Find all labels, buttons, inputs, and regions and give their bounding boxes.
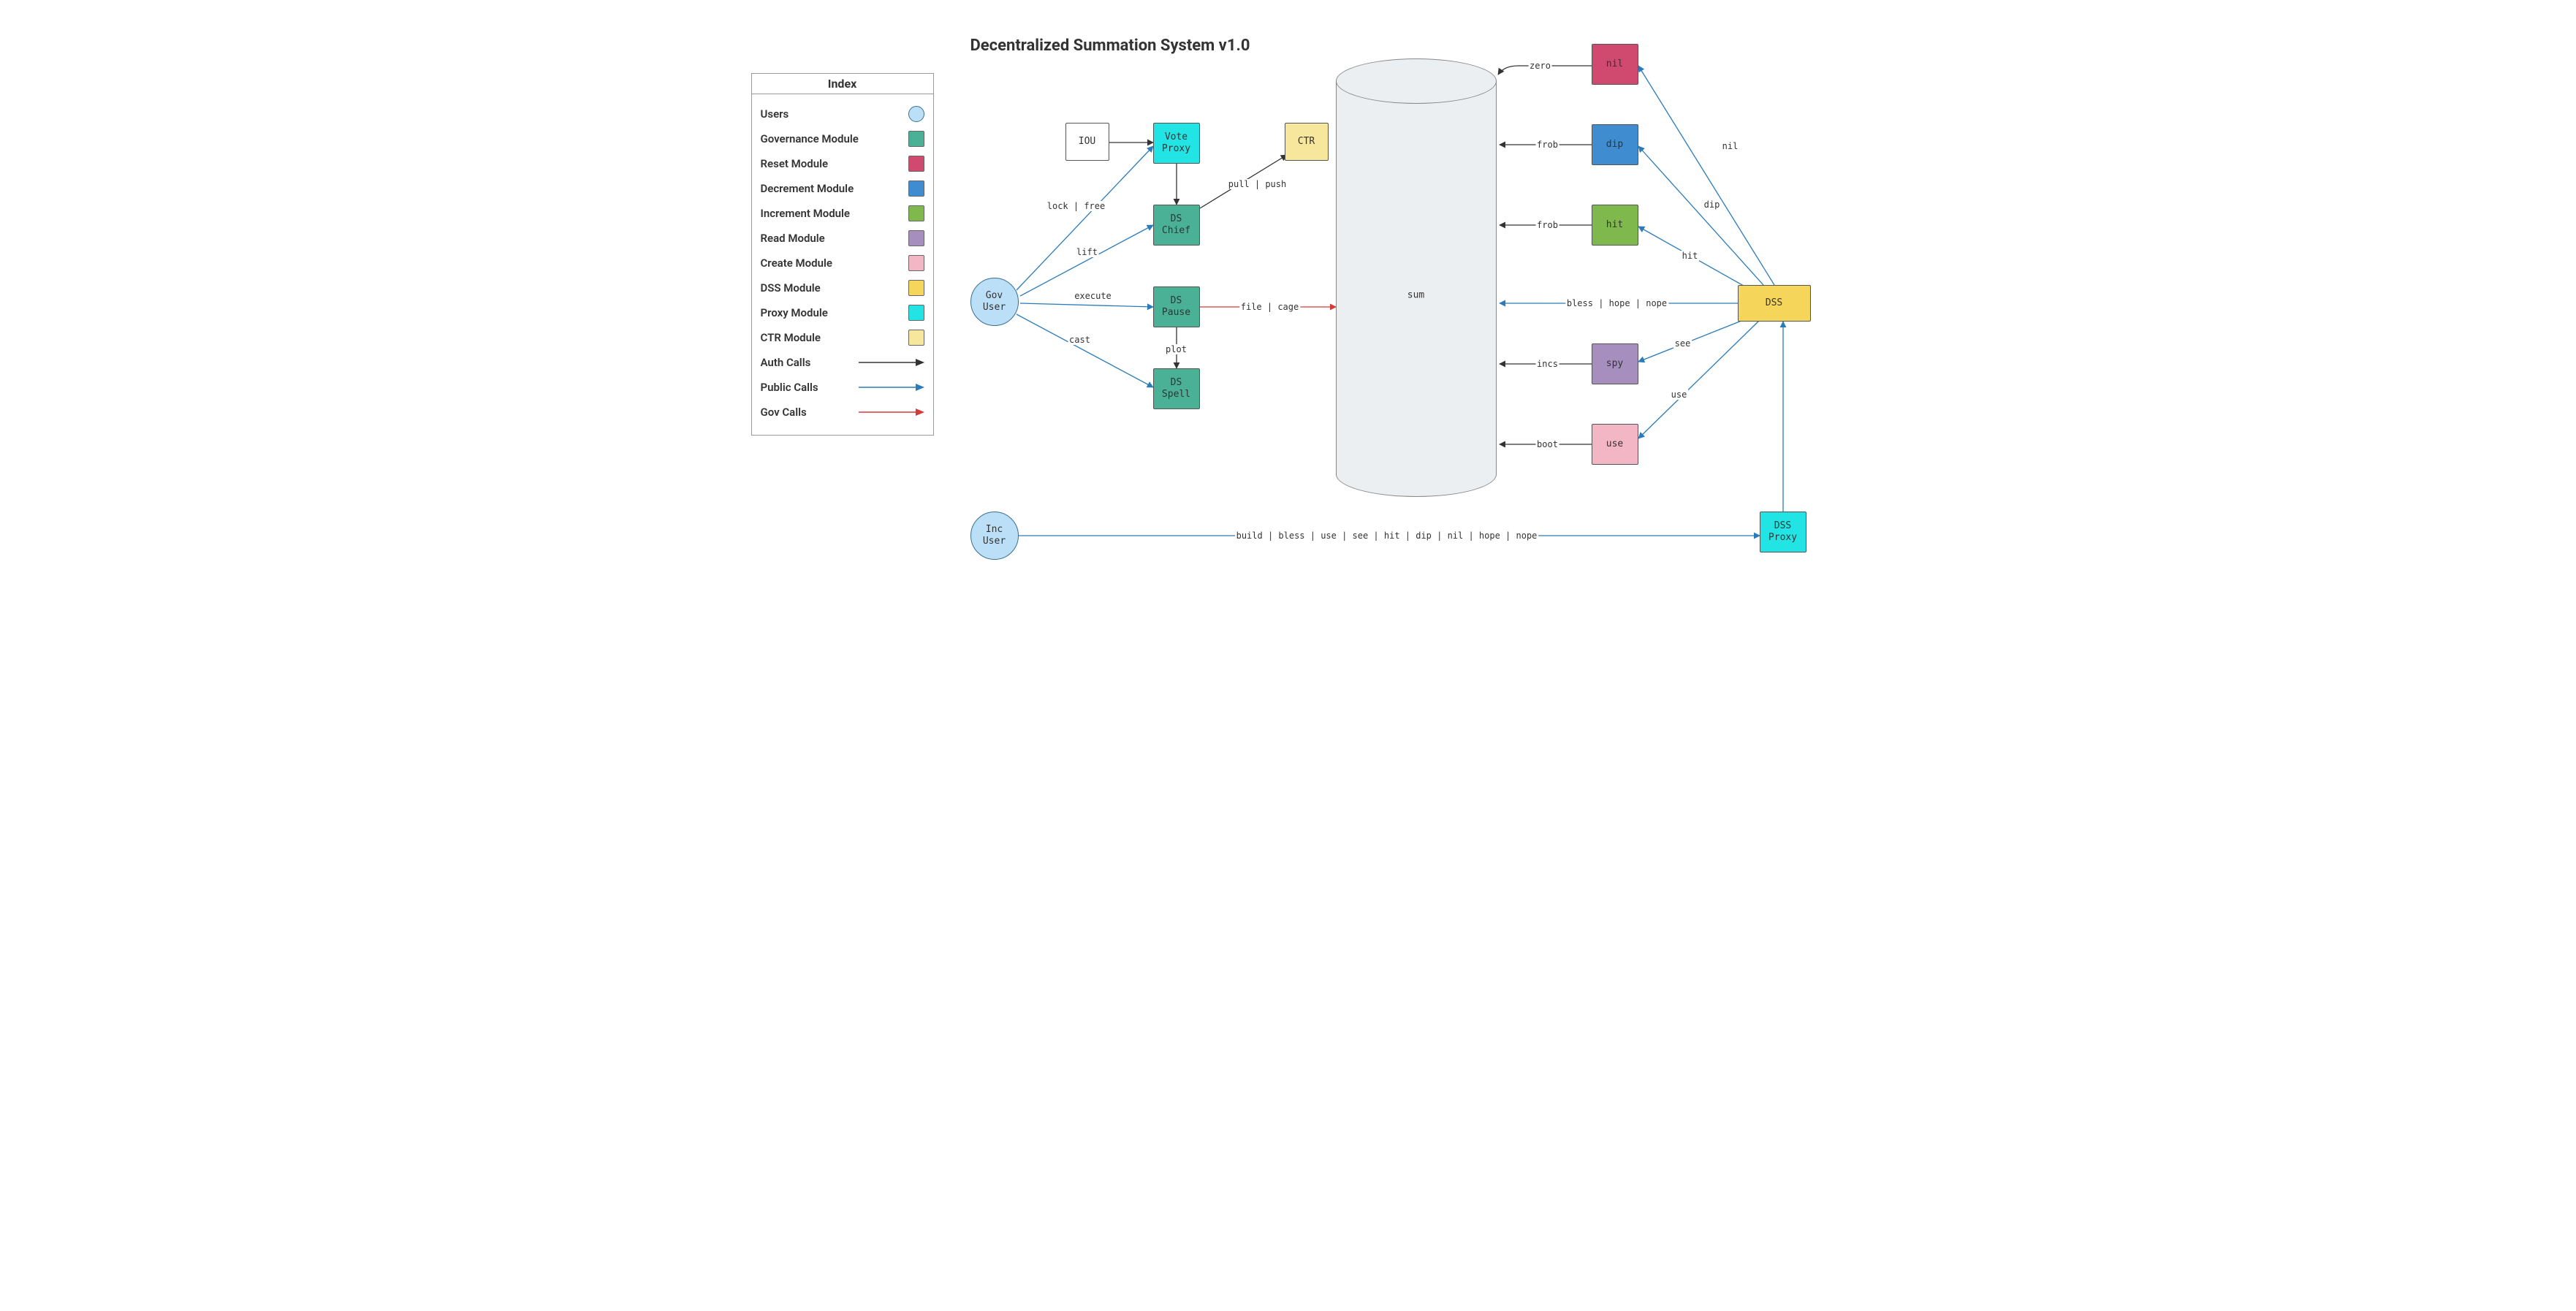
diagram-title: Decentralized Summation System v1.0 [970, 37, 1250, 55]
node-nil: nil [1592, 44, 1638, 85]
edge-label: execute [1073, 291, 1113, 301]
legend-label: Create Module [761, 256, 832, 270]
legend-label: Decrement Module [761, 182, 854, 195]
edge-label: cast [1068, 335, 1092, 345]
legend-row-read: Read Module [761, 226, 924, 251]
legend-row-ctr: CTR Module [761, 325, 924, 350]
node-label: sum [1407, 290, 1424, 301]
node-ds-spell: DS Spell [1153, 368, 1200, 409]
edge-label: pull | push [1227, 179, 1288, 189]
legend-swatch [908, 230, 924, 246]
edge-label: see [1673, 338, 1692, 349]
legend-swatch [908, 180, 924, 197]
edge-label: plot [1164, 344, 1188, 354]
legend-label: Proxy Module [761, 306, 828, 319]
legend-swatch-circle [908, 106, 924, 122]
node-inc-user: Inc User [970, 512, 1019, 560]
legend-row-create: Create Module [761, 251, 924, 276]
legend-swatch [908, 156, 924, 172]
node-sum: sum [1336, 58, 1497, 497]
node-gov-user: Gov User [970, 278, 1019, 326]
legend-row-decrement: Decrement Module [761, 176, 924, 201]
legend-label: CTR Module [761, 331, 821, 344]
edge-label: dip [1703, 200, 1722, 210]
legend-swatch [908, 255, 924, 271]
edge-label: zero [1528, 61, 1552, 71]
edge-label: lift [1075, 247, 1099, 257]
legend-row-governance: Governance Module [761, 126, 924, 151]
legend-swatch [908, 280, 924, 296]
legend-label: Increment Module [761, 207, 851, 220]
node-dss: DSS [1738, 285, 1811, 322]
edge-label: boot [1535, 439, 1559, 449]
legend-body: Users Governance Module Reset Module Dec… [752, 94, 933, 435]
legend-swatch [908, 205, 924, 221]
arrow-icon [859, 358, 924, 367]
legend-label: Read Module [761, 232, 825, 245]
edge-label: file | cage [1239, 302, 1300, 312]
arrow-icon [859, 383, 924, 392]
legend-panel: Index Users Governance Module Reset Modu… [751, 73, 934, 436]
legend-label: Gov Calls [761, 406, 807, 419]
legend-label: Governance Module [761, 132, 859, 145]
node-vote-proxy: Vote Proxy [1153, 123, 1200, 164]
legend-row-reset: Reset Module [761, 151, 924, 176]
legend-row-proxy: Proxy Module [761, 300, 924, 325]
legend-label: DSS Module [761, 281, 821, 294]
legend-row-public-calls: Public Calls [761, 375, 924, 400]
legend-swatch [908, 305, 924, 321]
edge-label: hit [1681, 251, 1700, 261]
legend-label: Reset Module [761, 157, 829, 170]
legend-row-gov-calls: Gov Calls [761, 400, 924, 425]
legend-label: Auth Calls [761, 356, 811, 369]
edge-label: use [1670, 390, 1689, 400]
node-ctr: CTR [1285, 123, 1329, 161]
edge-label: lock | free [1046, 201, 1106, 211]
arrow-icon [859, 408, 924, 417]
legend-label: Public Calls [761, 381, 818, 394]
node-ds-chief: DS Chief [1153, 205, 1200, 246]
node-dip: dip [1592, 124, 1638, 165]
legend-row-auth-calls: Auth Calls [761, 350, 924, 375]
legend-header: Index [752, 74, 933, 94]
edge-label: incs [1535, 359, 1559, 369]
diagram-canvas: Decentralized Summation System v1.0 Inde… [729, 0, 1847, 570]
node-ds-pause: DS Pause [1153, 286, 1200, 327]
node-dss-proxy: DSS Proxy [1760, 512, 1806, 552]
edge-label: frob [1535, 140, 1559, 150]
node-hit: hit [1592, 205, 1638, 246]
node-use: use [1592, 424, 1638, 465]
legend-swatch [908, 330, 924, 346]
edge-label: bless | hope | nope [1565, 298, 1668, 308]
edge-label: nil [1721, 141, 1740, 151]
legend-row-increment: Increment Module [761, 201, 924, 226]
edge-label: build | bless | use | see | hit | dip | … [1235, 531, 1539, 541]
legend-swatch [908, 131, 924, 147]
legend-label: Users [761, 107, 789, 121]
legend-row-users: Users [761, 102, 924, 126]
node-iou: IOU [1065, 123, 1109, 161]
edge-label: frob [1535, 220, 1559, 230]
legend-row-dss: DSS Module [761, 276, 924, 300]
node-spy: spy [1592, 343, 1638, 384]
